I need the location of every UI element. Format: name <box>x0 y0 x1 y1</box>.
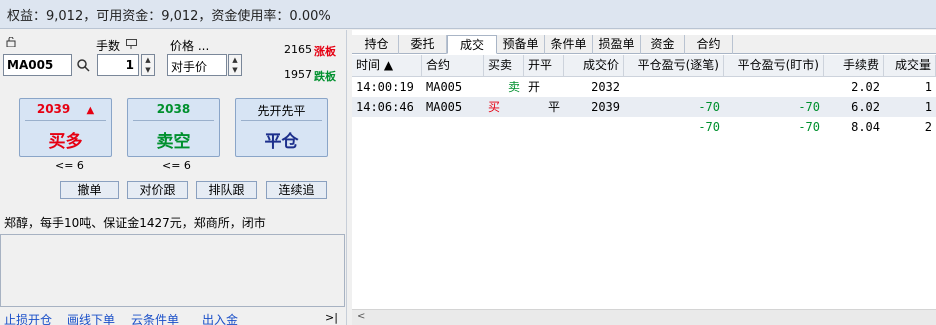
cell-pnl-trade <box>624 77 724 97</box>
cloud-condition-order-link[interactable]: 云条件单 <box>131 311 179 325</box>
chevron-left-icon[interactable]: < <box>357 311 365 322</box>
close-position-label: 平仓 <box>264 132 299 152</box>
cell-contract: MA005 <box>426 100 463 114</box>
contract-info-text: 郑醇，每手10吨、保证金1427元，郑商所，闭市 <box>4 216 266 230</box>
cell-pnl-trade: -70 <box>698 100 720 114</box>
table-total-row: -70 -70 8.04 2 <box>352 117 936 137</box>
buy-price-row: 2039 ▲ <box>25 99 106 121</box>
total-fee: 8.04 <box>851 120 880 134</box>
limit-down-price: 1957 <box>284 68 312 81</box>
fund-transfer-link[interactable]: 出入金 <box>202 311 238 325</box>
col-header-pnl-trade[interactable]: 平仓盈亏(逐笔) <box>624 55 724 77</box>
cell-volume: 1 <box>924 80 932 94</box>
tab-funds[interactable]: 资金 <box>641 35 685 54</box>
col-header-time[interactable]: 时间 ▲ <box>352 55 422 77</box>
horizontal-scrollbar[interactable]: < <box>352 309 936 325</box>
cell-volume: 1 <box>924 100 932 114</box>
col-header-contract[interactable]: 合约 <box>422 55 484 77</box>
cancel-order-button[interactable]: 撤单 <box>60 181 119 199</box>
chevron-down-icon[interactable]: ▼ <box>142 65 154 75</box>
cell-time: 14:00:19 <box>356 80 414 94</box>
price-type-select[interactable]: 对手价 <box>167 54 227 76</box>
record-tabs: 持仓 委托 成交 预备单 条件单 损盈单 资金 合约 <box>352 35 936 54</box>
lock-icon[interactable] <box>6 37 18 47</box>
qty-settings-icon[interactable] <box>126 39 137 49</box>
col-header-price[interactable]: 成交价 <box>564 55 624 77</box>
order-panel: MA005 手数 1 ▲ ▼ 价格 ... 对手价 ▲ ▼ 2165 涨板 19… <box>0 30 346 325</box>
cell-open-close: 平 <box>547 100 560 114</box>
buy-available: <= 6 <box>55 159 84 172</box>
tab-orders[interactable]: 委托 <box>399 35 447 54</box>
search-icon[interactable] <box>76 58 90 72</box>
col-header-fee[interactable]: 手续费 <box>824 55 884 77</box>
qty-stepper[interactable]: ▲ ▼ <box>141 54 155 76</box>
message-area <box>0 234 345 307</box>
follow-counter-price-button[interactable]: 对价跟 <box>127 181 188 199</box>
col-header-direction[interactable]: 买卖 <box>484 55 524 77</box>
close-mode-label: 先开先平 <box>241 99 322 121</box>
buy-price: 2039 <box>36 102 71 116</box>
limit-up-label: 涨板 <box>314 45 336 58</box>
cell-contract: MA005 <box>426 80 463 94</box>
continuous-chase-button[interactable]: 连续追 <box>266 181 327 199</box>
qty-label: 手数 <box>96 39 121 53</box>
col-header-pnl-mtm[interactable]: 平仓盈亏(盯市) <box>724 55 824 77</box>
cell-pnl-mtm: -70 <box>798 100 820 114</box>
total-pnl-mtm: -70 <box>798 120 820 134</box>
total-volume: 2 <box>924 120 932 134</box>
cell-fee: 6.02 <box>851 100 880 114</box>
contract-code-input[interactable]: MA005 <box>3 54 72 76</box>
cell-direction: 卖 <box>507 80 520 94</box>
records-panel: 持仓 委托 成交 预备单 条件单 损盈单 资金 合约 时间 ▲ 合约 买卖 开平… <box>352 30 936 325</box>
draw-line-order-link[interactable]: 画线下单 <box>67 311 115 325</box>
cell-open-close: 开 <box>528 80 541 94</box>
limit-up-price: 2165 <box>284 43 312 56</box>
price-label[interactable]: 价格 ... <box>170 37 209 54</box>
sell-available: <= 6 <box>162 159 191 172</box>
table-row[interactable]: 14:00:19 MA005 卖 开 2032 2.02 1 <box>352 77 936 97</box>
tab-trades[interactable]: 成交 <box>447 35 497 54</box>
stop-loss-open-link[interactable]: 止损开仓 <box>4 311 52 325</box>
sell-short-button[interactable]: 2038 卖空 <box>127 98 220 157</box>
col-header-volume[interactable]: 成交量 <box>884 55 936 77</box>
sell-price: 2038 <box>133 99 214 121</box>
chevron-up-icon[interactable]: ▲ <box>142 55 154 65</box>
account-status-bar: 权益：9,012，可用资金：9,012，资金使用率：0.00% <box>0 0 936 29</box>
price-stepper[interactable]: ▲ ▼ <box>228 54 242 76</box>
follow-queue-button[interactable]: 排队跟 <box>196 181 257 199</box>
chevron-down-icon[interactable]: ▼ <box>229 65 241 75</box>
col-header-open-close[interactable]: 开平 <box>524 55 564 77</box>
tab-contracts[interactable]: 合约 <box>685 35 733 54</box>
tab-positions[interactable]: 持仓 <box>355 35 399 54</box>
sell-short-label: 卖空 <box>156 132 191 152</box>
chevron-up-icon[interactable]: ▲ <box>229 55 241 65</box>
cell-price: 2032 <box>591 80 620 94</box>
tab-conditional-orders[interactable]: 条件单 <box>545 35 593 54</box>
cell-direction: 买 <box>488 100 501 114</box>
cell-time: 14:06:46 <box>356 100 414 114</box>
cell-pnl-mtm <box>724 77 824 97</box>
total-pnl-trade: -70 <box>698 120 720 134</box>
table-row[interactable]: 14:06:46 MA005 买 平 2039 -70 -70 6.02 1 <box>352 97 936 117</box>
limit-down-label: 跌板 <box>314 70 336 83</box>
close-position-button[interactable]: 先开先平 平仓 <box>235 98 328 157</box>
up-arrow-icon: ▲ <box>86 105 95 116</box>
collapse-panel-icon[interactable]: >| <box>325 311 338 324</box>
account-summary-text: 权益：9,012，可用资金：9,012，资金使用率：0.00% <box>7 9 331 24</box>
qty-input[interactable]: 1 <box>97 54 139 76</box>
cell-price: 2039 <box>591 100 620 114</box>
tab-stop-orders[interactable]: 损盈单 <box>593 35 641 54</box>
cell-fee: 2.02 <box>851 80 880 94</box>
buy-long-label: 买多 <box>48 132 83 152</box>
buy-long-button[interactable]: 2039 ▲ 买多 <box>19 98 112 157</box>
tab-prepared-orders[interactable]: 预备单 <box>497 35 545 54</box>
